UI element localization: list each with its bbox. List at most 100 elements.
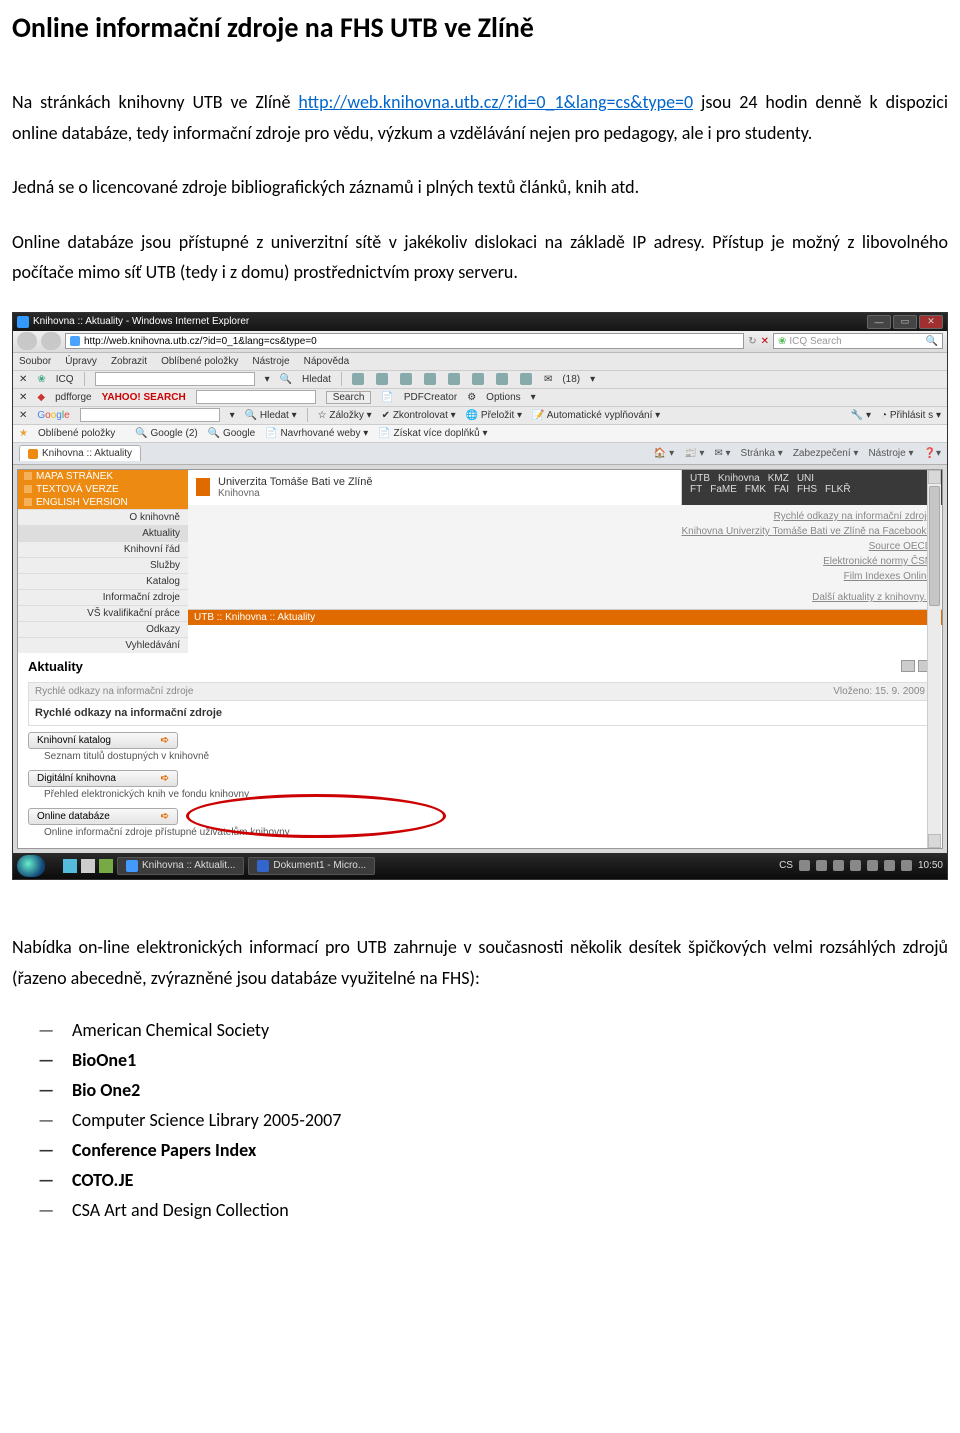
google-prelozit[interactable]: 🌐 Přeložit ▾: [466, 410, 522, 421]
tb-icon[interactable]: [400, 373, 412, 385]
fav-item[interactable]: 🔍 Google: [208, 428, 255, 439]
options-button[interactable]: Options: [486, 392, 520, 403]
tray-icon[interactable]: [901, 860, 912, 871]
hdr-link[interactable]: FT: [690, 484, 702, 495]
quick-link[interactable]: Elektronické normy ČSN: [198, 554, 932, 569]
toolbar-close-icon[interactable]: ✕: [19, 410, 27, 421]
hdr-link[interactable]: Knihovna: [718, 473, 760, 484]
quick-link[interactable]: Další aktuality z knihovny...: [198, 590, 932, 605]
scroll-down[interactable]: [928, 834, 941, 848]
tray-icon[interactable]: [884, 860, 895, 871]
tb-icon[interactable]: [424, 373, 436, 385]
tb-icon[interactable]: [520, 373, 532, 385]
tray-icon[interactable]: [833, 860, 844, 871]
sidebar-item[interactable]: Katalog: [18, 573, 188, 589]
online-db-button[interactable]: Online databáze ➪: [28, 808, 178, 825]
hdr-link[interactable]: FHS: [797, 484, 817, 495]
digital-library-button[interactable]: Digitální knihovna ➪: [28, 770, 178, 787]
tb-icon[interactable]: [496, 373, 508, 385]
tray-icon[interactable]: [799, 860, 810, 871]
quick-link[interactable]: Film Indexes Online: [198, 569, 932, 584]
tray-icon[interactable]: [816, 860, 827, 871]
hledat-button[interactable]: Hledat: [302, 374, 331, 385]
wrench-icon[interactable]: 🔧 ▾: [851, 410, 871, 421]
lang-indicator[interactable]: CS: [779, 860, 793, 871]
sidebar-link-english[interactable]: ENGLISH VERSION: [18, 496, 188, 509]
taskbar-item-word[interactable]: Dokument1 - Micro...: [248, 857, 375, 875]
sidebar-item-aktuality[interactable]: Aktuality: [18, 525, 188, 541]
mail-icon[interactable]: ✉ ▾: [714, 448, 730, 459]
sidebar-item[interactable]: VŠ kvalifikační práce: [18, 605, 188, 621]
refresh-icon[interactable]: ↻: [748, 336, 756, 347]
quick-link[interactable]: Source OECD: [198, 539, 932, 554]
sidebar-item[interactable]: Informační zdroje: [18, 589, 188, 605]
edit-icon[interactable]: [901, 660, 915, 672]
sidebar-item[interactable]: Vyhledávání: [18, 637, 188, 653]
toolbar-close-icon[interactable]: ✕: [19, 392, 27, 403]
maximize-button[interactable]: ▭: [893, 315, 917, 329]
fav-item[interactable]: 🔍 Google (2): [135, 428, 197, 439]
tray-icon[interactable]: [867, 860, 878, 871]
quicklaunch-icon[interactable]: [63, 859, 77, 873]
hdr-link[interactable]: KMZ: [768, 473, 789, 484]
tb-icon[interactable]: [448, 373, 460, 385]
catalog-button[interactable]: Knihovní katalog ➪: [28, 732, 178, 749]
scroll-thumb[interactable]: [929, 486, 940, 606]
tray-icon[interactable]: [850, 860, 861, 871]
search-icon[interactable]: 🔍: [280, 374, 292, 385]
hdr-link[interactable]: UNI: [797, 473, 814, 484]
tb-icon[interactable]: [376, 373, 388, 385]
minimize-button[interactable]: —: [867, 315, 891, 329]
taskbar-item-ie[interactable]: Knihovna :: Aktualit...: [117, 857, 244, 875]
search-box[interactable]: ❀ ICQ Search 🔍: [773, 333, 943, 349]
library-url-link[interactable]: http://web.knihovna.utb.cz/?id=0_1&lang=…: [298, 91, 693, 113]
sidebar-link-textversion[interactable]: TEXTOVÁ VERZE: [18, 483, 188, 496]
google-hledat[interactable]: 🔍 Hledat ▾: [245, 410, 297, 421]
pdfcreator-button[interactable]: PDFCreator: [404, 392, 457, 403]
menu-item[interactable]: Soubor: [19, 356, 51, 367]
quick-link[interactable]: Knihovna Univerzity Tomáše Bati ve Zlíně…: [198, 524, 932, 539]
toolbar-close-icon[interactable]: ✕: [19, 374, 27, 385]
hdr-link[interactable]: FaME: [710, 484, 737, 495]
safety-menu[interactable]: Zabezpečení ▾: [793, 448, 859, 459]
quicklaunch-icon[interactable]: [81, 859, 95, 873]
google-zkontrolovat[interactable]: ✔ Zkontrolovat ▾: [382, 410, 456, 421]
close-button[interactable]: ✕: [919, 315, 943, 329]
google-search-input[interactable]: [80, 408, 220, 422]
sidebar-item[interactable]: Knihovní řád: [18, 541, 188, 557]
google-zalozky[interactable]: ☆ Záložky ▾: [318, 410, 372, 421]
page-menu[interactable]: Stránka ▾: [741, 448, 783, 459]
search-button[interactable]: Search: [326, 391, 372, 404]
hdr-link[interactable]: FAI: [774, 484, 789, 495]
signin-button[interactable]: ◔ Přihlásit s ▾: [881, 410, 941, 421]
sidebar-item[interactable]: Odkazy: [18, 621, 188, 637]
hdr-link[interactable]: FMK: [745, 484, 766, 495]
tools-menu[interactable]: Nástroje ▾: [868, 448, 913, 459]
quick-link[interactable]: Rychlé odkazy na informační zdroje: [198, 509, 932, 524]
google-autofill[interactable]: 📝 Automatické vyplňování ▾: [532, 410, 660, 421]
icq-search-input[interactable]: [95, 372, 255, 386]
help-icon[interactable]: ❓▾: [924, 448, 941, 459]
hdr-link[interactable]: UTB: [690, 473, 710, 484]
start-button[interactable]: [17, 855, 45, 877]
scroll-up[interactable]: [928, 470, 941, 484]
back-button[interactable]: [17, 332, 37, 350]
quicklaunch-icon[interactable]: [99, 859, 113, 873]
stop-icon[interactable]: ✕: [761, 336, 769, 347]
scrollbar[interactable]: [927, 470, 941, 848]
sidebar-item[interactable]: Služby: [18, 557, 188, 573]
menu-item[interactable]: Úpravy: [65, 356, 97, 367]
menu-item[interactable]: Oblíbené položky: [161, 356, 238, 367]
tb-icon[interactable]: [352, 373, 364, 385]
feed-icon[interactable]: 📰 ▾: [684, 448, 704, 459]
fav-item[interactable]: 📄 Získat více doplňků ▾: [378, 428, 487, 439]
tb-icon[interactable]: [472, 373, 484, 385]
mail-icon[interactable]: ✉: [544, 374, 552, 385]
menu-item[interactable]: Nástroje: [252, 356, 289, 367]
gear-icon[interactable]: ⚙: [467, 392, 476, 403]
fav-item[interactable]: 📄 Navrhované weby ▾: [265, 428, 368, 439]
sidebar-item[interactable]: O knihovně: [18, 509, 188, 525]
search-go-icon[interactable]: 🔍: [926, 336, 938, 347]
menu-item[interactable]: Nápověda: [304, 356, 350, 367]
forward-button[interactable]: [41, 332, 61, 350]
